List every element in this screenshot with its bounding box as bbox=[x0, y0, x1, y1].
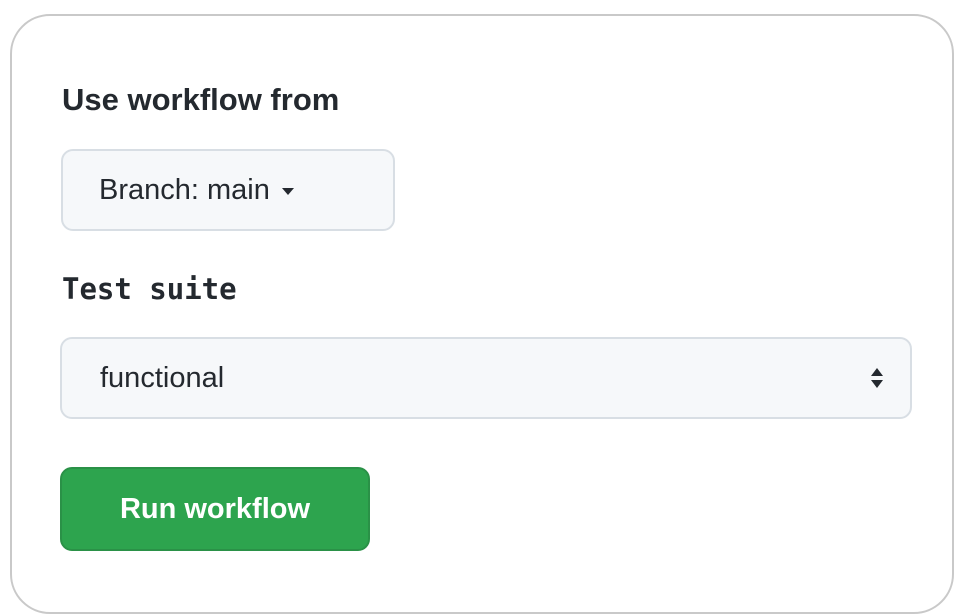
workflow-source-label: Use workflow from bbox=[62, 82, 340, 117]
branch-select-button[interactable]: Branch: main bbox=[61, 149, 395, 231]
test-suite-selected-value: functional bbox=[100, 361, 225, 394]
branch-name: main bbox=[207, 173, 270, 206]
branch-prefix: Branch: bbox=[99, 173, 207, 206]
test-suite-label: Test suite bbox=[62, 272, 237, 306]
test-suite-select[interactable]: functional bbox=[60, 337, 912, 419]
select-arrows-icon bbox=[871, 368, 883, 388]
run-workflow-button[interactable]: Run workflow bbox=[60, 467, 370, 551]
caret-down-icon bbox=[281, 188, 294, 195]
